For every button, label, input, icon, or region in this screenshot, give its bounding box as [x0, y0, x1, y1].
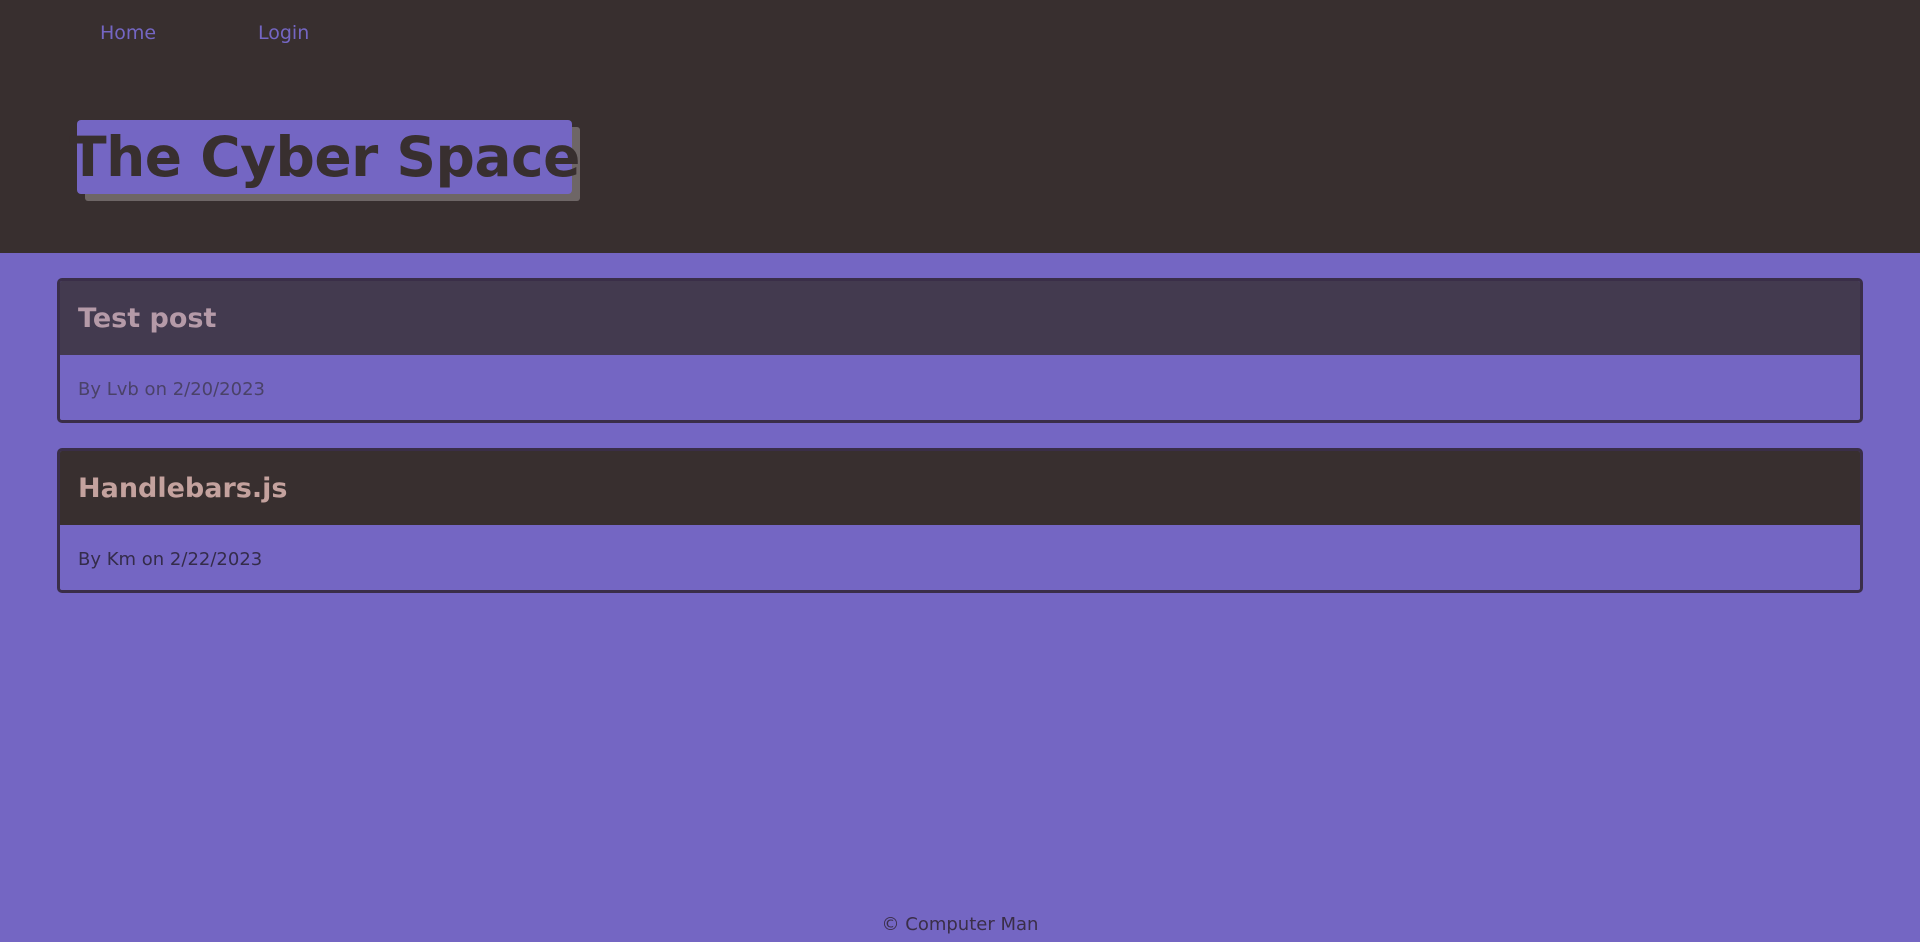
page: Home Login The Cyber Space Test post By … [0, 0, 1920, 942]
post-header: Handlebars.js [60, 451, 1860, 525]
post-title[interactable]: Handlebars.js [78, 473, 287, 504]
site-header: Home Login The Cyber Space [0, 0, 1920, 253]
site-title-box: The Cyber Space [69, 120, 580, 194]
post-card[interactable]: Handlebars.js By Km on 2/22/2023 [57, 448, 1863, 593]
nav-login-link[interactable]: Login [258, 22, 309, 44]
nav-home-link[interactable]: Home [100, 22, 156, 44]
footer-copyright: © Computer Man [881, 914, 1039, 935]
post-header: Test post [60, 281, 1860, 355]
post-meta: By Lvb on 2/20/2023 [78, 378, 265, 400]
site-title: The Cyber Space [69, 125, 580, 189]
post-meta: By Km on 2/22/2023 [78, 548, 263, 570]
post-card[interactable]: Test post By Lvb on 2/20/2023 [57, 278, 1863, 423]
post-title[interactable]: Test post [78, 303, 216, 334]
